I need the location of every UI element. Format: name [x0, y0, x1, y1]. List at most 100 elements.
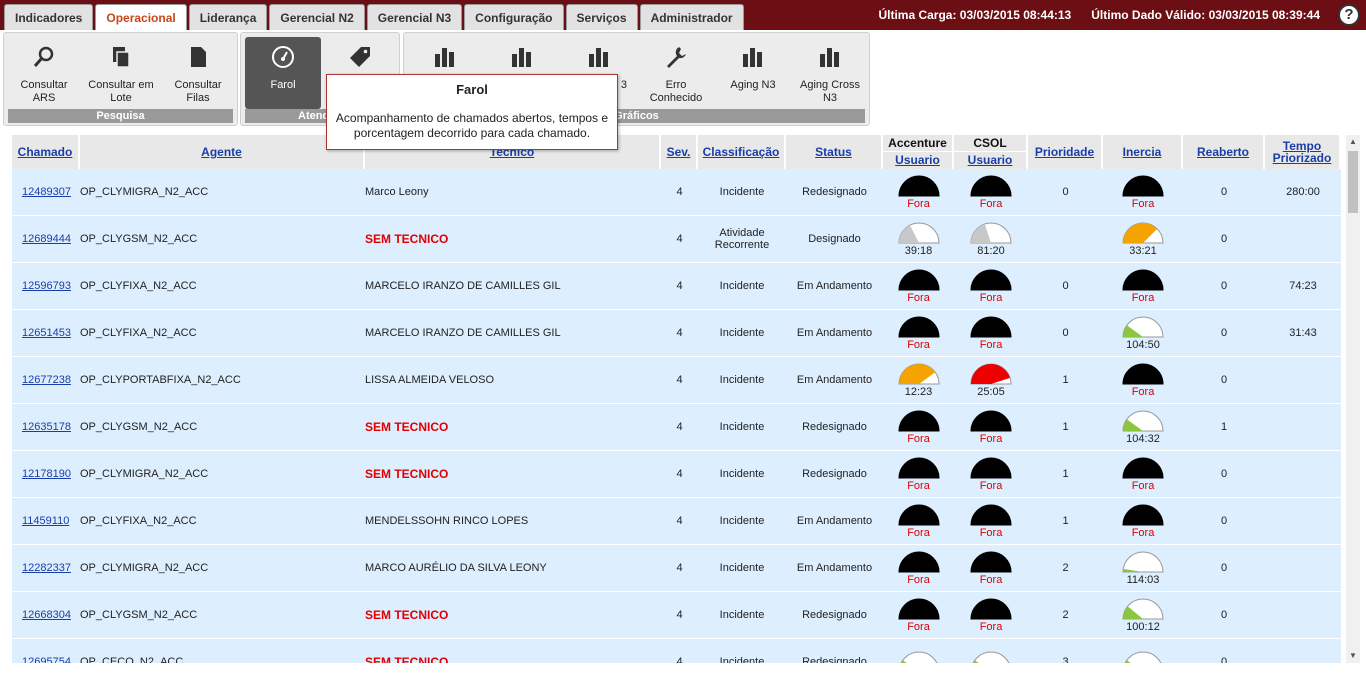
- inercia-gauge-label: Fora: [1131, 479, 1155, 492]
- accenture-gauge-label: Fora: [907, 432, 930, 445]
- header-prioridade[interactable]: Prioridade: [1028, 135, 1103, 169]
- tempo-priorizado-cell: [1265, 639, 1341, 663]
- chamado-link[interactable]: 12596793: [22, 280, 71, 292]
- tab-configura-o[interactable]: Configuração: [464, 4, 564, 30]
- chamado-cell[interactable]: 12596793: [12, 263, 80, 310]
- sev-cell: 4: [661, 404, 698, 451]
- erro-conhecido-button[interactable]: Erro Conhecido: [638, 37, 714, 109]
- load-info: Última Carga: 03/03/2015 08:44:13 Último…: [878, 8, 1320, 22]
- header-classificacao[interactable]: Classificação: [698, 135, 786, 169]
- main-tabs: Indicadores Operacional Liderança Gerencial…: [4, 4, 744, 30]
- prioridade-cell: [1028, 216, 1103, 263]
- status-cell: Redesignado: [786, 639, 883, 663]
- inercia-gauge-cell: 104:50: [1103, 310, 1183, 357]
- status-cell: Em Andamento: [786, 498, 883, 545]
- tab-servi-os[interactable]: Serviços: [565, 4, 638, 30]
- header-sev[interactable]: Sev.: [661, 135, 698, 169]
- table-row[interactable]: 12677238 OP_CLYPORTABFIXA_N2_ACC LISSA A…: [12, 357, 1344, 404]
- status-cell: Redesignado: [786, 169, 883, 216]
- chamado-cell[interactable]: 12689444: [12, 216, 80, 263]
- table-row[interactable]: 12651453 OP_CLYFIXA_N2_ACC MARCELO IRANZ…: [12, 310, 1344, 357]
- chamado-cell[interactable]: 11459110: [12, 498, 80, 545]
- header-chamado[interactable]: Chamado: [12, 135, 80, 169]
- accenture-gauge-label: 39:18: [904, 244, 933, 257]
- accenture-gauge: Fora: [895, 316, 943, 351]
- table-row[interactable]: 12695754 OP_CECO_N2_ACC SEM TECNICO 4 In…: [12, 639, 1344, 663]
- agente-cell: OP_CLYFIXA_N2_ACC: [80, 263, 365, 310]
- help-icon[interactable]: ?: [1338, 4, 1360, 26]
- bar-chart-icon: [435, 48, 454, 67]
- chamado-link[interactable]: 12282337: [22, 562, 71, 574]
- header-agente[interactable]: Agente: [80, 135, 365, 169]
- consultar-em-lote-button[interactable]: Consultar em Lote: [83, 37, 159, 109]
- tecnico-cell: MARCO AURÉLIO DA SILVA LEONY: [365, 545, 661, 592]
- tecnico-cell: LISSA ALMEIDA VELOSO: [365, 357, 661, 404]
- reaberto-cell: 0: [1183, 451, 1265, 498]
- accenture-gauge: Fora: [895, 457, 943, 492]
- tab-lideran-a[interactable]: Liderança: [188, 4, 268, 30]
- inercia-gauge-cell: Fora: [1103, 451, 1183, 498]
- table-row[interactable]: 12668304 OP_CLYGSM_N2_ACC SEM TECNICO 4 …: [12, 592, 1344, 639]
- chamado-cell[interactable]: 12178190: [12, 451, 80, 498]
- chamado-cell[interactable]: 12489307: [12, 169, 80, 216]
- scroll-up-arrow-icon[interactable]: ▲: [1346, 135, 1360, 149]
- farol-button[interactable]: Farol: [245, 37, 321, 109]
- chamado-link[interactable]: 12677238: [22, 374, 71, 386]
- table-row[interactable]: 12178190 OP_CLYMIGRA_N2_ACC SEM TECNICO …: [12, 451, 1344, 498]
- tab-operacional[interactable]: Operacional: [95, 4, 187, 30]
- reaberto-cell: 0: [1183, 216, 1265, 263]
- reaberto-cell: 0: [1183, 592, 1265, 639]
- chamado-link[interactable]: 12489307: [22, 186, 71, 198]
- chamado-link[interactable]: 12695754: [22, 656, 71, 663]
- chamado-cell[interactable]: 12282337: [12, 545, 80, 592]
- classificacao-cell: Incidente: [698, 169, 786, 216]
- chamado-link[interactable]: 11459110: [22, 515, 69, 527]
- inercia-gauge: 104:32: [1119, 410, 1167, 445]
- inercia-gauge: Fora: [1119, 457, 1167, 492]
- chamado-link[interactable]: 12651453: [22, 327, 71, 339]
- accenture-gauge-label: Fora: [907, 620, 930, 633]
- header-reaberto[interactable]: Reaberto: [1183, 135, 1265, 169]
- csol-gauge: Fora: [967, 598, 1015, 633]
- tab-gerencial-n3[interactable]: Gerencial N3: [366, 4, 463, 30]
- table-row[interactable]: 12282337 OP_CLYMIGRA_N2_ACC MARCO AURÉLI…: [12, 545, 1344, 592]
- consultar-filas-button[interactable]: Consultar Filas: [160, 37, 236, 109]
- chamado-cell[interactable]: 12677238: [12, 357, 80, 404]
- inercia-gauge-label: 33:21: [1129, 244, 1157, 257]
- aging-n3-button[interactable]: Aging N3: [715, 37, 791, 109]
- consultar-ars-button[interactable]: Consultar ARS: [6, 37, 82, 109]
- tempo-priorizado-cell: [1265, 451, 1341, 498]
- table-row[interactable]: 11459110 OP_CLYFIXA_N2_ACC MENDELSSOHN R…: [12, 498, 1344, 545]
- tempo-priorizado-cell: [1265, 404, 1341, 451]
- chamado-cell[interactable]: 12651453: [12, 310, 80, 357]
- header-csol-usuario[interactable]: Usuario: [968, 153, 1013, 167]
- header-accenture: Accenture Usuario: [883, 135, 954, 169]
- vertical-scrollbar[interactable]: ▲ ▼: [1346, 135, 1360, 663]
- header-tempo-priorizado[interactable]: Tempo Priorizado: [1265, 135, 1341, 169]
- chamado-link[interactable]: 12178190: [22, 468, 71, 480]
- tab-administrador[interactable]: Administrador: [639, 4, 744, 30]
- chamado-cell[interactable]: 12695754: [12, 639, 80, 663]
- tab-gerencial-n2[interactable]: Gerencial N2: [269, 4, 365, 30]
- aging-cross-n3-button[interactable]: Aging Cross N3: [792, 37, 868, 109]
- chamado-link[interactable]: 12635178: [22, 421, 71, 433]
- agente-cell: OP_CLYMIGRA_N2_ACC: [80, 169, 365, 216]
- table-row[interactable]: 12489307 OP_CLYMIGRA_N2_ACC Marco Leony …: [12, 169, 1344, 216]
- scroll-down-arrow-icon[interactable]: ▼: [1346, 649, 1360, 663]
- tab-indicadores[interactable]: Indicadores: [4, 4, 94, 30]
- chamado-cell[interactable]: 12668304: [12, 592, 80, 639]
- table-row[interactable]: 12635178 OP_CLYGSM_N2_ACC SEM TECNICO 4 …: [12, 404, 1344, 451]
- table-row[interactable]: 12689444 OP_CLYGSM_N2_ACC SEM TECNICO 4 …: [12, 216, 1344, 263]
- chamado-link[interactable]: 12668304: [22, 609, 71, 621]
- chamado-link[interactable]: 12689444: [22, 233, 71, 245]
- table-row[interactable]: 12596793 OP_CLYFIXA_N2_ACC MARCELO IRANZ…: [12, 263, 1344, 310]
- chamado-cell[interactable]: 12635178: [12, 404, 80, 451]
- scroll-thumb[interactable]: [1348, 151, 1358, 213]
- header-accenture-usuario[interactable]: Usuario: [895, 153, 940, 167]
- agente-cell: OP_CLYGSM_N2_ACC: [80, 216, 365, 263]
- header-status[interactable]: Status: [786, 135, 883, 169]
- ribbon-group-title-pesquisa: Pesquisa: [8, 109, 233, 123]
- header-inercia[interactable]: Inercia: [1103, 135, 1183, 169]
- last-valid-text: Último Dado Válido: 03/03/2015 08:39:44: [1091, 8, 1320, 22]
- status-cell: Em Andamento: [786, 310, 883, 357]
